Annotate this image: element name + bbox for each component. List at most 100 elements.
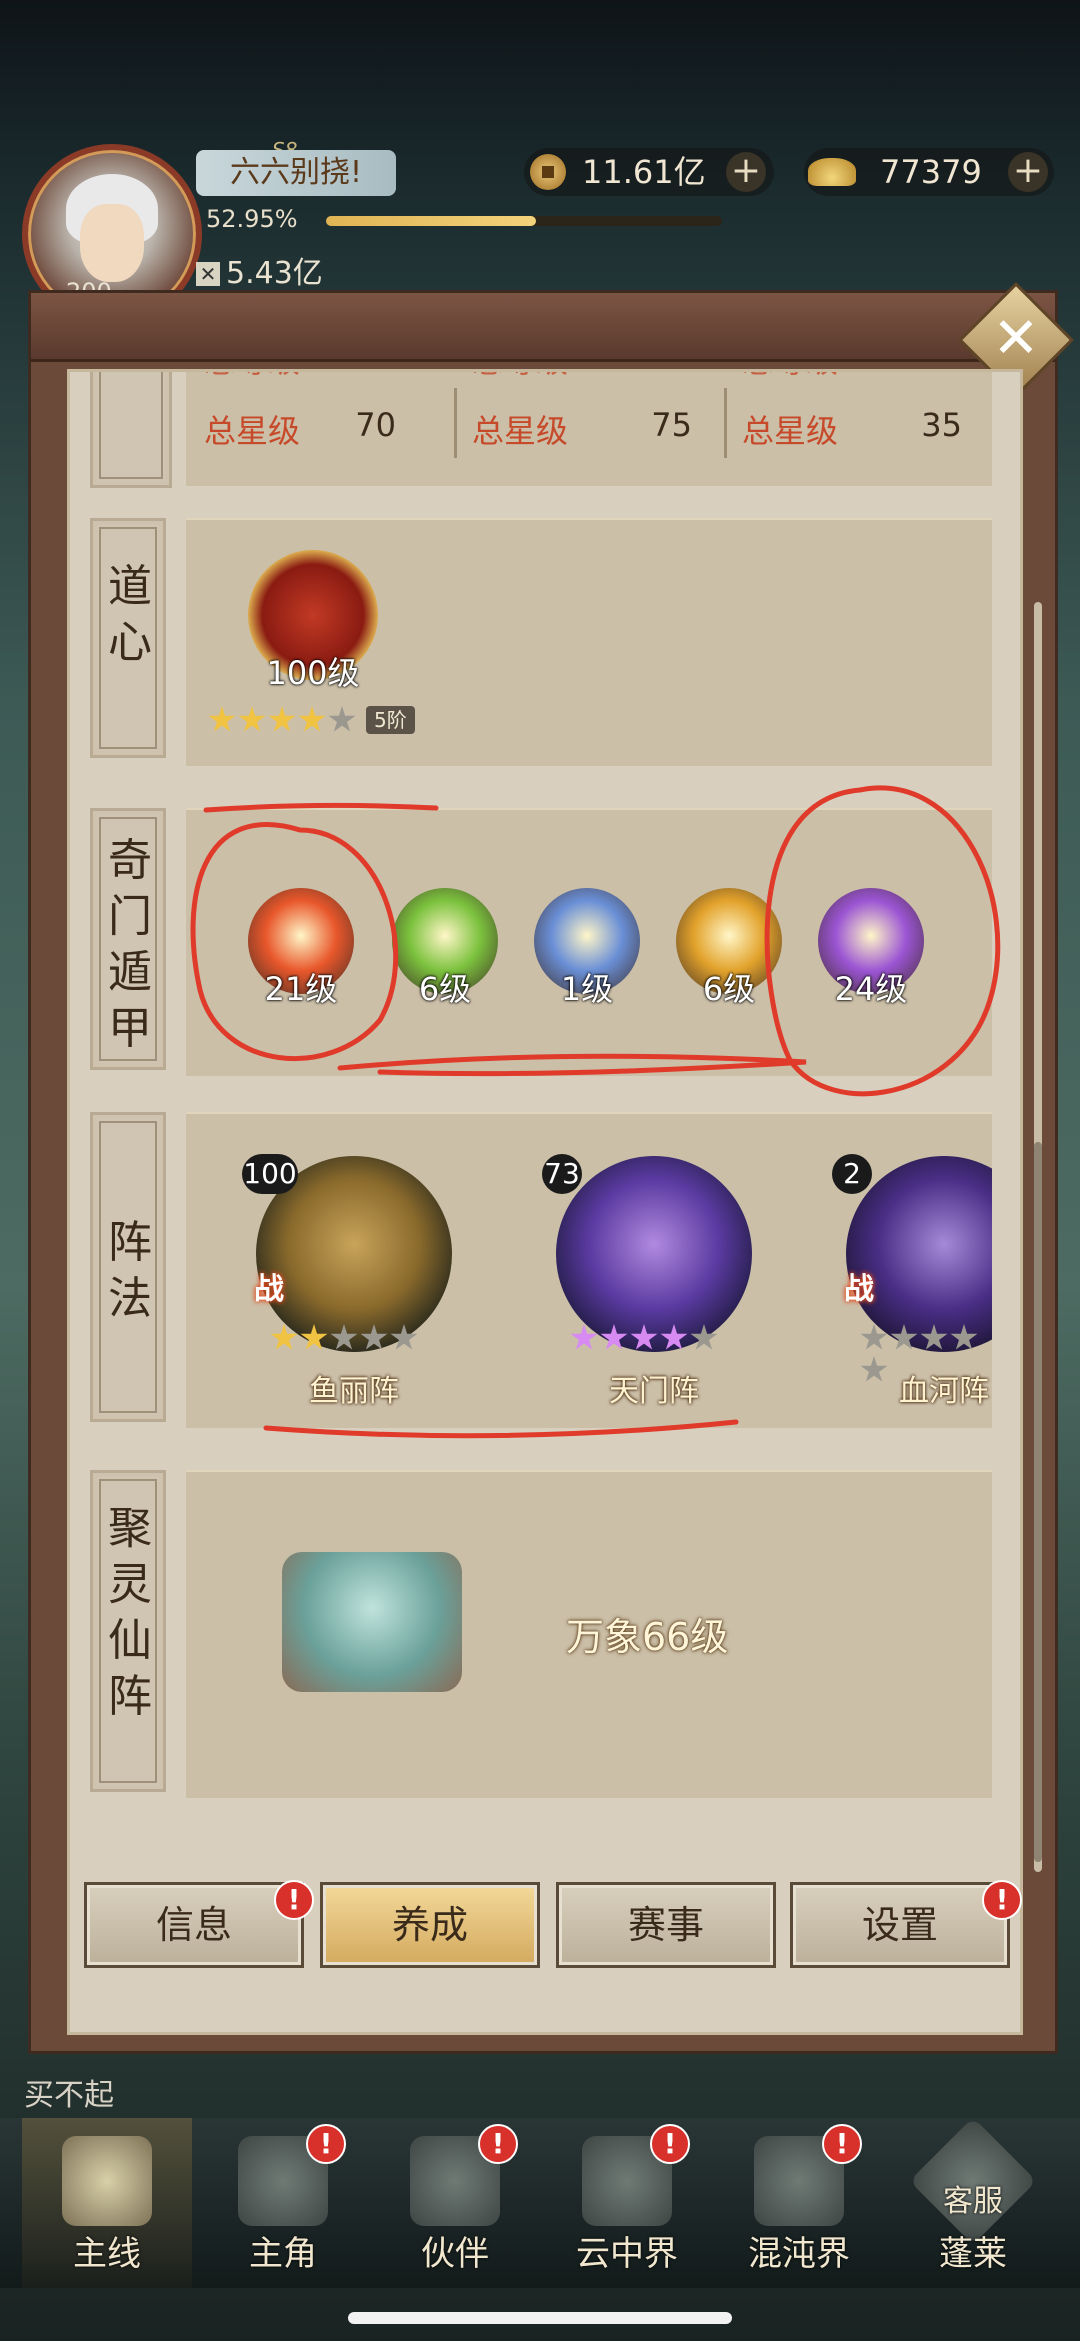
stat-partial-value: 82 xyxy=(902,372,962,374)
player-name[interactable]: 六六别挠! xyxy=(196,150,396,196)
juling-body: 万象66级 xyxy=(186,1470,992,1798)
formation-stars xyxy=(860,1324,992,1382)
top-hud: S8 六六别挠! 52.95% 200 ✕5.43亿 11.61亿 + 7737… xyxy=(0,130,1080,324)
scrollbar[interactable] xyxy=(1034,602,1042,1872)
formation-name: 鱼丽阵 xyxy=(309,1374,399,1409)
star-icon xyxy=(570,1324,598,1350)
alert-icon: ! xyxy=(306,2124,346,2164)
daoxin-body: 100级 5阶 xyxy=(186,518,992,766)
nav-partner[interactable]: ! 伙伴 xyxy=(370,2118,540,2288)
nav-label: 蓬莱 xyxy=(939,2234,1007,2274)
star-icon xyxy=(630,1324,658,1350)
qimen-row: 奇门遁甲 21级 6级 1级 6级 24级 xyxy=(90,808,1000,1078)
nav-label: 云中界 xyxy=(576,2234,678,2274)
exp-bar xyxy=(326,216,722,226)
star-icon xyxy=(950,1324,978,1350)
tab-settings-alert-icon: ! xyxy=(982,1880,1022,1920)
stat-col-1: 总等级 515 总星级 70 xyxy=(186,372,446,486)
alert-icon: ! xyxy=(822,2124,862,2164)
alert-icon: ! xyxy=(478,2124,518,2164)
stat-key: 总星级 xyxy=(472,412,569,450)
coin-display: 11.61亿 + xyxy=(524,148,774,196)
customer-service-label[interactable]: 客服 xyxy=(888,2176,1058,2220)
star-icon xyxy=(298,706,326,732)
tab-cultivate[interactable]: 养成 xyxy=(320,1882,540,1968)
tab-label: 赛事 xyxy=(627,1903,704,1947)
nav-label: 主角 xyxy=(249,2234,317,2274)
star-icon xyxy=(270,1324,298,1350)
star-icon xyxy=(920,1324,948,1350)
crossed-swords-icon: ✕ xyxy=(196,262,220,286)
scroll-area[interactable]: 总等级 515 总星级 70 总等级 1205 总星级 75 总等级 xyxy=(90,372,1000,1872)
daoxin-row: 道心 100级 5阶 xyxy=(90,518,1000,770)
exp-percent: 52.95% xyxy=(206,205,298,233)
home-indicator[interactable] xyxy=(348,2312,732,2324)
star-icon xyxy=(330,1324,358,1350)
juling-label-text: 聚灵仙阵 xyxy=(108,1503,152,1722)
tab-info-alert-icon: ! xyxy=(274,1880,314,1920)
crossed-swords-icon xyxy=(62,2136,152,2226)
tab-settings[interactable]: 设置 xyxy=(790,1882,1010,1968)
star-icon xyxy=(600,1324,628,1350)
tab-label: 设置 xyxy=(861,1903,938,1947)
star-icon xyxy=(328,706,356,732)
scrollbar-thumb[interactable] xyxy=(1034,1142,1042,1862)
stat-partial-key: 总等级 xyxy=(742,372,838,382)
daoxin-stars xyxy=(208,706,358,736)
star-icon xyxy=(890,1324,918,1350)
battle-tag: 战 xyxy=(844,1272,874,1307)
nav-label: 主线 xyxy=(73,2234,141,2274)
tab-info[interactable]: 信息 xyxy=(84,1882,304,1968)
formation-name: 天门阵 xyxy=(609,1374,699,1409)
combat-power: ✕ 5.43亿 xyxy=(196,248,323,292)
combat-power-value: 5.43亿 xyxy=(226,256,323,291)
modal-tabs: 信息 ! 养成 赛事 设置 ! xyxy=(84,1880,1022,1972)
qimen-level: 6级 xyxy=(702,970,756,1008)
stat-key: 总星级 xyxy=(204,412,301,450)
close-icon: ✕ xyxy=(992,306,1040,371)
nav-hero[interactable]: ! 主角 xyxy=(198,2118,368,2288)
pagoda-gate-icon[interactable] xyxy=(556,1156,752,1352)
zhenfa-label-text: 阵法 xyxy=(108,1217,152,1324)
stat-partial-value: 1205 xyxy=(592,372,692,374)
stat-value: 75 xyxy=(651,406,692,444)
bottom-nav: 主线 ! 主角 ! 伙伴 ! 云中界 ! 混沌界 客服 蓬莱 xyxy=(0,2117,1080,2288)
qimen-label-text: 奇门遁甲 xyxy=(108,835,152,1054)
stat-key: 总星级 xyxy=(742,412,839,450)
divider xyxy=(454,388,457,458)
tab-label: 养成 xyxy=(391,1903,468,1947)
modal-title-bar xyxy=(31,293,1055,362)
juling-array-icon[interactable] xyxy=(282,1552,462,1692)
juling-row: 聚灵仙阵 万象66级 xyxy=(90,1470,1000,1800)
star-icon xyxy=(860,1324,888,1350)
formation-stars xyxy=(570,1324,720,1354)
avatar-face xyxy=(80,204,144,282)
stats-row-label xyxy=(90,372,172,488)
stat-col-2: 总等级 1205 总星级 75 xyxy=(472,372,732,486)
nav-main-quest[interactable]: 主线 xyxy=(22,2118,192,2288)
star-icon xyxy=(660,1324,688,1350)
zhenfa-body: 100 战鱼丽阵 73 天门阵 2 战血河阵 xyxy=(186,1112,992,1428)
formation-count-badge: 73 xyxy=(542,1154,582,1194)
formation-count-badge: 2 xyxy=(832,1154,872,1194)
nav-cloud-realm[interactable]: ! 云中界 xyxy=(542,2118,712,2288)
modal-panel: 总等级 515 总星级 70 总等级 1205 总星级 75 总等级 xyxy=(67,369,1042,2035)
tab-events[interactable]: 赛事 xyxy=(556,1882,776,1968)
add-coin-button[interactable]: + xyxy=(726,152,766,192)
chat-message[interactable]: 买不起 xyxy=(24,2070,114,2114)
stat-partial-key: 总等级 xyxy=(204,372,300,382)
qimen-body: 21级 6级 1级 6级 24级 xyxy=(186,808,992,1076)
formation-count-badge: 100 xyxy=(242,1154,298,1194)
coin-icon xyxy=(530,154,566,190)
zhenfa-label: 阵法 xyxy=(90,1112,166,1422)
daoxin-label: 道心 xyxy=(90,518,166,758)
nav-chaos-realm[interactable]: ! 混沌界 xyxy=(714,2118,884,2288)
alert-icon: ! xyxy=(650,2124,690,2164)
stat-partial-value: 515 xyxy=(336,372,397,374)
nav-penglai[interactable]: 客服 蓬莱 xyxy=(888,2117,1058,2288)
nav-label: 伙伴 xyxy=(421,2234,489,2274)
juling-level: 万象66级 xyxy=(566,1615,729,1659)
add-ingot-button[interactable]: + xyxy=(1008,152,1048,192)
ingot-display: 77379 + xyxy=(804,148,1054,196)
daoxin-label-text: 道心 xyxy=(108,561,152,668)
